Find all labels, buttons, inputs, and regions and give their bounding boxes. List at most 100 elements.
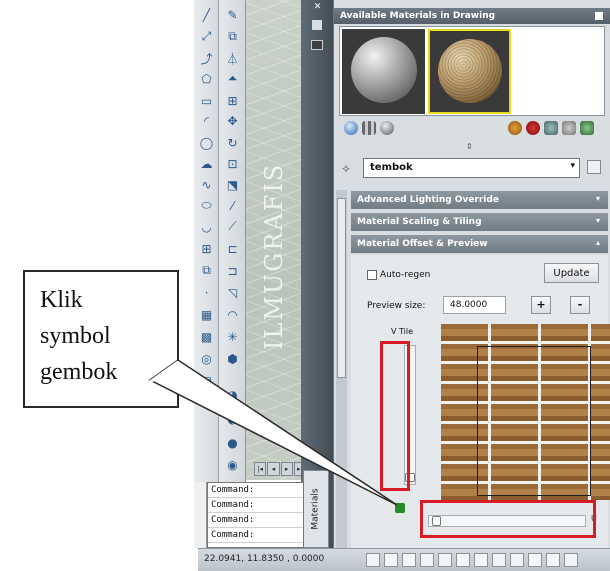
construction-line-icon[interactable]: ⤢ [198,28,215,45]
gradient-icon[interactable]: ▩ [198,328,215,345]
sync-material-icon[interactable] [580,121,594,135]
draw-toolbar: ╱ ⤢ ⤴ ⬠ ▭ ◜ ◯ ☁ ∿ ⬭ ◡ ⊞ ⧉ · ▦ ▩ ◎ ▤ A [194,0,219,548]
materials-icon[interactable]: ◉ [224,456,241,473]
stretch-icon[interactable]: ⬔ [224,176,241,193]
material-type-icon: ⟡ [342,161,350,175]
preview-lighting-icon[interactable] [380,121,394,135]
make-block-icon[interactable]: ⧉ [198,262,215,279]
properties-icon[interactable] [311,40,323,50]
material-swatch-tembok[interactable] [428,29,511,114]
break-icon[interactable]: ⊏ [224,240,241,257]
spline-icon[interactable]: ∿ [198,176,215,193]
arc-icon[interactable]: ◜ [198,112,215,129]
offset-icon[interactable]: ⏶ [224,70,241,87]
snap-icon[interactable] [366,553,380,567]
section-material-scaling-tiling[interactable]: Material Scaling & Tiling ▾ [351,213,608,231]
command-input[interactable]: Command: [208,528,303,543]
palette-titlebar: ✕ [301,0,333,548]
resize-handle-icon[interactable]: ⇕ [466,142,473,151]
autohide-icon[interactable] [312,20,322,30]
create-material-icon[interactable] [508,121,522,135]
material-dropdown[interactable]: tembok ▾ [363,158,580,178]
material-editor-icon[interactable] [587,160,601,174]
trim-icon[interactable]: ⁄ [224,197,241,214]
hatch-icon[interactable]: ▦ [198,306,215,323]
purge-material-icon[interactable] [526,121,540,135]
mtext-icon[interactable]: A [198,394,215,411]
table-icon[interactable]: ▤ [198,372,215,389]
ellipse-icon[interactable]: ⬭ [198,197,215,214]
material-dropdown-value: tembok [370,162,413,173]
lock-icon[interactable] [395,503,405,513]
sphere-preview-icon [438,39,502,103]
section-advanced-lighting-override[interactable]: Advanced Lighting Override ▾ [351,191,608,209]
mirror-icon[interactable]: ⏃ [224,50,241,67]
update-button[interactable]: Update [544,263,599,283]
remove-material-icon[interactable] [562,121,576,135]
polar-icon[interactable] [420,553,434,567]
point-icon[interactable]: · [198,284,215,301]
otrack-icon[interactable] [456,553,470,567]
polyline-icon[interactable]: ⤴ [198,50,215,67]
region-icon[interactable]: ◎ [198,350,215,367]
nav-prev-icon[interactable]: ◂ [267,462,280,476]
checkbox-box[interactable] [367,270,377,280]
sphere-shape-icon[interactable] [344,121,358,135]
chamfer-icon[interactable]: ◹ [224,284,241,301]
shade-icon[interactable]: ◐ [224,410,241,427]
erase-icon[interactable]: ✎ [224,6,241,23]
expand-icon: ▾ [595,216,600,225]
scrollbar-thumb[interactable] [337,198,346,378]
revision-cloud-icon[interactable]: ☁ [198,155,215,172]
coordinate-readout: 22.0941, 11.8350 , 0.0000 [204,554,325,564]
auto-regen-checkbox[interactable]: Auto-regen [367,270,430,281]
osnap-icon[interactable] [438,553,452,567]
move-icon[interactable]: ✥ [224,112,241,129]
checker-background-icon[interactable] [362,121,376,135]
chevron-down-icon[interactable]: ▾ [570,161,575,171]
array-icon[interactable]: ⊞ [224,92,241,109]
ducs-icon[interactable] [474,553,488,567]
scale-icon[interactable]: ⊡ [224,155,241,172]
fillet-icon[interactable]: ◠ [224,306,241,323]
zoom-out-button[interactable]: - [570,296,590,314]
preview-size-field[interactable]: 48.0000 [443,296,506,314]
ellipse-arc-icon[interactable]: ◡ [198,218,215,235]
materials-tab[interactable]: Materials [303,470,329,548]
grid-icon[interactable] [384,553,398,567]
status-bar: 22.0941, 11.8350 , 0.0000 [198,548,610,571]
dyn-icon[interactable] [492,553,506,567]
header-menu-icon[interactable] [595,12,603,20]
command-grip[interactable] [194,482,207,548]
command-history[interactable]: Command: Command: Command: Command: [207,482,304,548]
extend-icon[interactable]: ⟋ [224,218,241,235]
palette-scrollbar[interactable] [336,190,347,548]
rectangle-icon[interactable]: ▭ [198,92,215,109]
line-icon[interactable]: ╱ [198,6,215,23]
polygon-icon[interactable]: ⬠ [198,70,215,87]
brick-texture-preview[interactable] [441,324,610,500]
rotate-icon[interactable]: ↻ [224,134,241,151]
apply-to-objects-icon[interactable] [544,121,558,135]
section-material-offset-preview[interactable]: Material Offset & Preview ▴ [351,235,608,253]
layout-nav-buttons[interactable]: |◂ ◂ ▸ ▸| [254,462,306,476]
explode-icon[interactable]: ✳ [224,328,241,345]
join-icon[interactable]: ⊐ [224,262,241,279]
render-icon[interactable]: ● [224,434,241,451]
ortho-icon[interactable] [402,553,416,567]
ucs-icon[interactable]: ⬢ [224,350,241,367]
lineweight-icon[interactable] [510,553,524,567]
close-icon[interactable]: ✕ [312,2,323,13]
preview-size-label: Preview size: [367,301,426,311]
zoom-in-button[interactable]: + [531,296,551,314]
insert-block-icon[interactable]: ⊞ [198,240,215,257]
nav-next-icon[interactable]: ▸ [280,462,293,476]
qp-icon[interactable] [528,553,542,567]
copy-icon[interactable]: ⧉ [224,28,241,45]
circle-icon[interactable]: ◯ [198,134,215,151]
nav-first-icon[interactable]: |◂ [254,462,267,476]
crosshair-icon[interactable] [546,553,560,567]
orbit-icon[interactable]: ◑ [224,386,241,403]
model-icon[interactable] [564,553,578,567]
material-swatch-global[interactable] [342,29,425,114]
